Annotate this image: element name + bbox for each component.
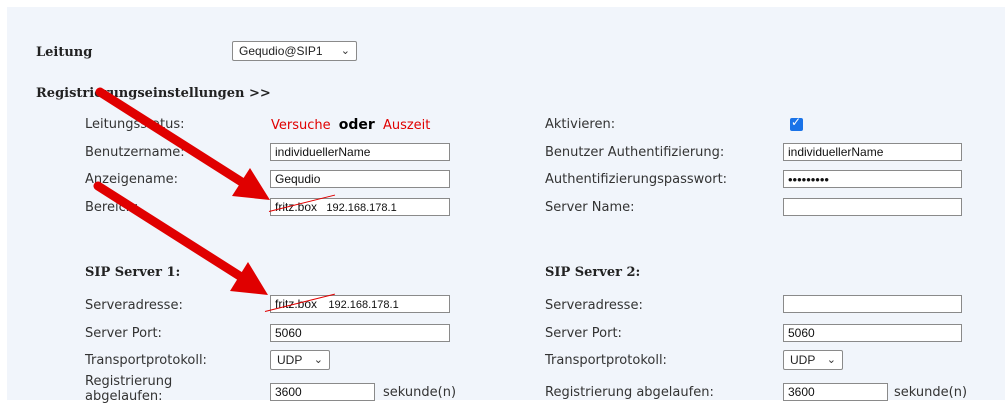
sip1-transport-label: Transportprotokoll:: [85, 353, 207, 368]
sip2-address-input[interactable]: [783, 295, 962, 313]
line-status-value: Versuche oder Auszeit: [271, 117, 430, 133]
sip2-address-label: Serveradresse:: [545, 298, 643, 313]
status-timeout: Auszeit: [382, 118, 431, 133]
auth-password-label: Authentifizierungspasswort:: [545, 172, 728, 187]
sip1-transport-select[interactable]: UDP ⌄: [270, 350, 330, 370]
server-name-input[interactable]: [783, 198, 962, 216]
sip2-transport-label: Transportprotokoll:: [545, 353, 667, 368]
sip1-expiry-unit: sekunde(n): [383, 385, 457, 400]
sip1-expiry-input[interactable]: 3600: [270, 383, 375, 401]
sip1-address-label: Serveradresse:: [85, 298, 183, 313]
line-select-value: Gequdio@SIP1: [239, 44, 323, 58]
chevron-down-icon: ⌄: [313, 354, 323, 366]
realm-new-value: 192.168.178.1: [326, 202, 397, 214]
sip2-transport-select[interactable]: UDP ⌄: [783, 350, 843, 370]
sip2-transport-value: UDP: [790, 353, 816, 367]
sip2-port-input[interactable]: 5060: [783, 324, 962, 342]
realm-input[interactable]: fritz.box 192.168.178.1: [270, 198, 450, 216]
realm-label: Bereich:: [85, 200, 139, 215]
status-trying: Versuche: [271, 118, 331, 133]
activate-label: Aktivieren:: [545, 117, 616, 132]
settings-panel: Leitung Gequdio@SIP1 ⌄ Registrierungsein…: [7, 7, 1005, 404]
sip1-title: SIP Server 1:: [85, 265, 181, 280]
sip2-expiry-input[interactable]: 3600: [783, 383, 888, 401]
sip2-port-label: Server Port:: [545, 326, 622, 341]
auth-user-input[interactable]: individuellerName: [783, 143, 962, 161]
sip1-address-new-value: 192.168.178.1: [328, 299, 399, 311]
status-or: oder: [338, 117, 375, 133]
server-name-label: Server Name:: [545, 200, 635, 215]
sip2-title: SIP Server 2:: [545, 265, 641, 280]
auth-user-label: Benutzer Authentifizierung:: [545, 145, 725, 160]
display-name-input[interactable]: Gequdio: [270, 170, 450, 188]
chevron-down-icon: ⌄: [826, 354, 836, 366]
line-label: Leitung: [36, 45, 93, 60]
registration-settings-link[interactable]: Registrierungseinstellungen >>: [36, 86, 271, 101]
username-input[interactable]: individuellerName: [270, 143, 450, 161]
activate-checkbox[interactable]: ✓: [790, 115, 803, 131]
sip1-port-input[interactable]: 5060: [270, 324, 450, 342]
sip1-port-label: Server Port:: [85, 326, 162, 341]
chevron-down-icon: ⌄: [340, 45, 350, 57]
line-status-label: Leitungsstatus:: [85, 117, 185, 132]
auth-password-input[interactable]: •••••••••: [783, 170, 962, 188]
sip2-expiry-unit: sekunde(n): [894, 385, 968, 400]
display-name-label: Anzeigename:: [85, 172, 179, 187]
sip2-expiry-label: Registrierung abgelaufen:: [545, 385, 714, 400]
line-select[interactable]: Gequdio@SIP1 ⌄: [232, 41, 357, 61]
checkmark-icon: ✓: [791, 115, 802, 129]
username-label: Benutzername:: [85, 145, 185, 160]
sip1-transport-value: UDP: [277, 353, 303, 367]
